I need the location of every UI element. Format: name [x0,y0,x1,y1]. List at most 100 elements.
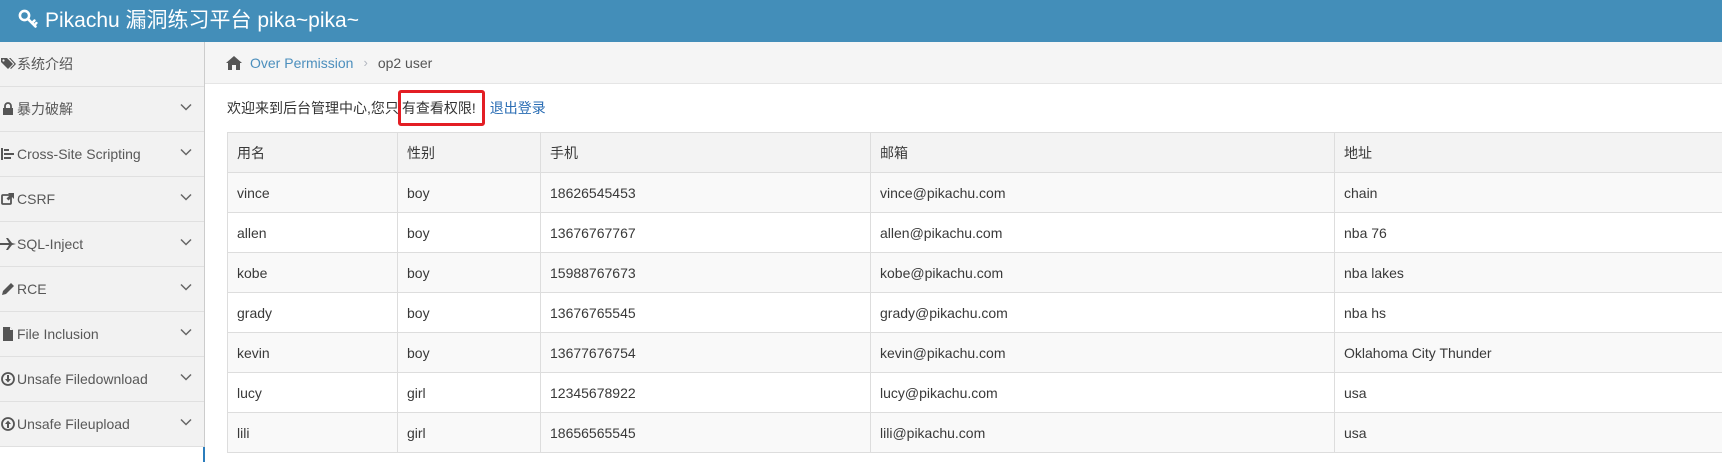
table-row: kevin boy 13677676754 kevin@pikachu.com Okla… [227,332,1722,373]
cell-address: chain [1334,172,1722,213]
table-row: kobe boy 15988767673 kobe@pikachu.com nba la… [227,252,1722,293]
cell-address: usa [1334,372,1722,413]
table-row: allen boy 13676767767 allen@pikachu.com nba … [227,212,1722,253]
tags-icon [0,56,16,72]
cell-name: lucy [227,372,398,413]
column-header-name: 用名 [227,132,398,173]
sidebar-item-label: Unsafe Fileupload [17,416,130,432]
cell-name: kevin [227,332,398,373]
download-icon [0,371,16,387]
cell-gender: girl [397,372,541,413]
welcome-message: 欢迎来到后台管理中心,您只 有查看权限! 退出登录 [227,90,546,126]
logout-link[interactable]: 退出登录 [490,98,546,118]
home-icon[interactable] [225,55,243,71]
sidebar-item-label: 暴力破解 [17,101,73,117]
cell-email: lucy@pikachu.com [870,372,1335,413]
sidebar-item-sql-inject[interactable]: SQL-Inject [0,222,204,267]
table-header-row: 用名 性别 手机 邮箱 地址 [227,132,1722,173]
column-header-address: 地址 [1334,132,1722,173]
sidebar-item-unsafe-filedownload[interactable]: Unsafe Filedownload [0,357,204,402]
brand[interactable]: Pikachu 漏洞练习平台 pika~pika~ [18,4,359,34]
fighter-jet-icon [0,236,16,252]
sidebar-item-label: RCE [17,281,47,297]
cell-gender: boy [397,212,541,253]
sidebar-item-label: CSRF [17,191,56,207]
sidebar-item-intro[interactable]: 系统介绍 [0,42,204,87]
breadcrumb-current: op2 user [377,54,433,71]
chevron-down-icon [180,103,192,111]
cell-address: nba hs [1334,292,1722,333]
brand-title: Pikachu 漏洞练习平台 pika~pika~ [45,9,359,32]
main-content: Over Permission › op2 user 欢迎来到后台管理中心,您只… [205,42,1722,462]
chevron-down-icon [180,238,192,246]
sidebar: 系统介绍 暴力破解 Cross-Site Scripting CSRF SQL-… [0,42,205,462]
breadcrumb-link-over-permission[interactable]: Over Permission [250,55,353,71]
cell-address: usa [1334,412,1722,453]
table-row: lili girl 18656565545 lili@pikachu.com usa [227,412,1722,453]
sidebar-item-label: 系统介绍 [17,56,73,72]
table-row: grady boy 13676765545 grady@pikachu.com nba … [227,292,1722,333]
chevron-down-icon [180,193,192,201]
cell-phone: 18656565545 [540,412,871,453]
cell-phone: 13677676754 [540,332,871,373]
sidebar-item-rce[interactable]: RCE [0,267,204,312]
cell-gender: boy [397,172,541,213]
share-icon [0,191,16,207]
permission-highlight: 有查看权限! [397,90,485,126]
sidebar-item-label: SQL-Inject [17,236,84,252]
chevron-down-icon [180,418,192,426]
cell-email: kevin@pikachu.com [870,332,1335,373]
chevron-down-icon [180,148,192,156]
breadcrumb: Over Permission › op2 user [205,42,1722,84]
cell-name: vince [227,172,398,213]
user-table: 用名 性别 手机 邮箱 地址 vince boy 18626545453 vince@pika… [227,132,1722,453]
key-icon [18,9,38,28]
cell-address: nba lakes [1334,252,1722,293]
chevron-down-icon [180,283,192,291]
cell-name: lili [227,412,398,453]
table-row: lucy girl 12345678922 lucy@pikachu.com usa [227,372,1722,413]
chevron-down-icon [180,373,192,381]
cell-gender: boy [397,252,541,293]
cell-phone: 13676765545 [540,292,871,333]
welcome-text: 欢迎来到后台管理中心,您只 [227,100,399,116]
cell-email: vince@pikachu.com [870,172,1335,213]
lock-icon [0,101,16,117]
file-icon [0,326,16,342]
column-header-email: 邮箱 [870,132,1335,173]
cell-phone: 15988767673 [540,252,871,293]
cell-phone: 12345678922 [540,372,871,413]
column-header-phone: 手机 [540,132,871,173]
sidebar-item-brute-force[interactable]: 暴力破解 [0,87,204,132]
cell-gender: girl [397,412,541,453]
cell-name: kobe [227,252,398,293]
cell-gender: boy [397,292,541,333]
cell-email: grady@pikachu.com [870,292,1335,333]
sidebar-item-xss[interactable]: Cross-Site Scripting [0,132,204,177]
cell-email: allen@pikachu.com [870,212,1335,253]
sidebar-item-label: Cross-Site Scripting [17,146,141,162]
cell-address: nba 76 [1334,212,1722,253]
table-row: vince boy 18626545453 vince@pikachu.com chai… [227,172,1722,213]
sidebar-item-csrf[interactable]: CSRF [0,177,204,222]
list-icon [0,146,16,162]
column-header-gender: 性别 [397,132,541,173]
upload-icon [0,416,16,432]
pencil-icon [0,281,16,297]
cell-name: allen [227,212,398,253]
cell-address: Oklahoma City Thunder [1334,332,1722,373]
cell-name: grady [227,292,398,333]
cell-gender: boy [397,332,541,373]
sidebar-item-unsafe-fileupload[interactable]: Unsafe Fileupload [0,402,204,447]
cell-phone: 18626545453 [540,172,871,213]
table-body: vince boy 18626545453 vince@pikachu.com chai… [227,172,1722,453]
chevron-down-icon [180,328,192,336]
cell-phone: 13676767767 [540,212,871,253]
sidebar-item-label: File Inclusion [17,326,99,342]
cell-email: kobe@pikachu.com [870,252,1335,293]
top-navbar: Pikachu 漏洞练习平台 pika~pika~ [0,0,1722,42]
sidebar-item-file-inclusion[interactable]: File Inclusion [0,312,204,357]
sidebar-item-label: Unsafe Filedownload [17,371,148,387]
cell-email: lili@pikachu.com [870,412,1335,453]
sidebar-item-partial[interactable] [0,447,204,462]
